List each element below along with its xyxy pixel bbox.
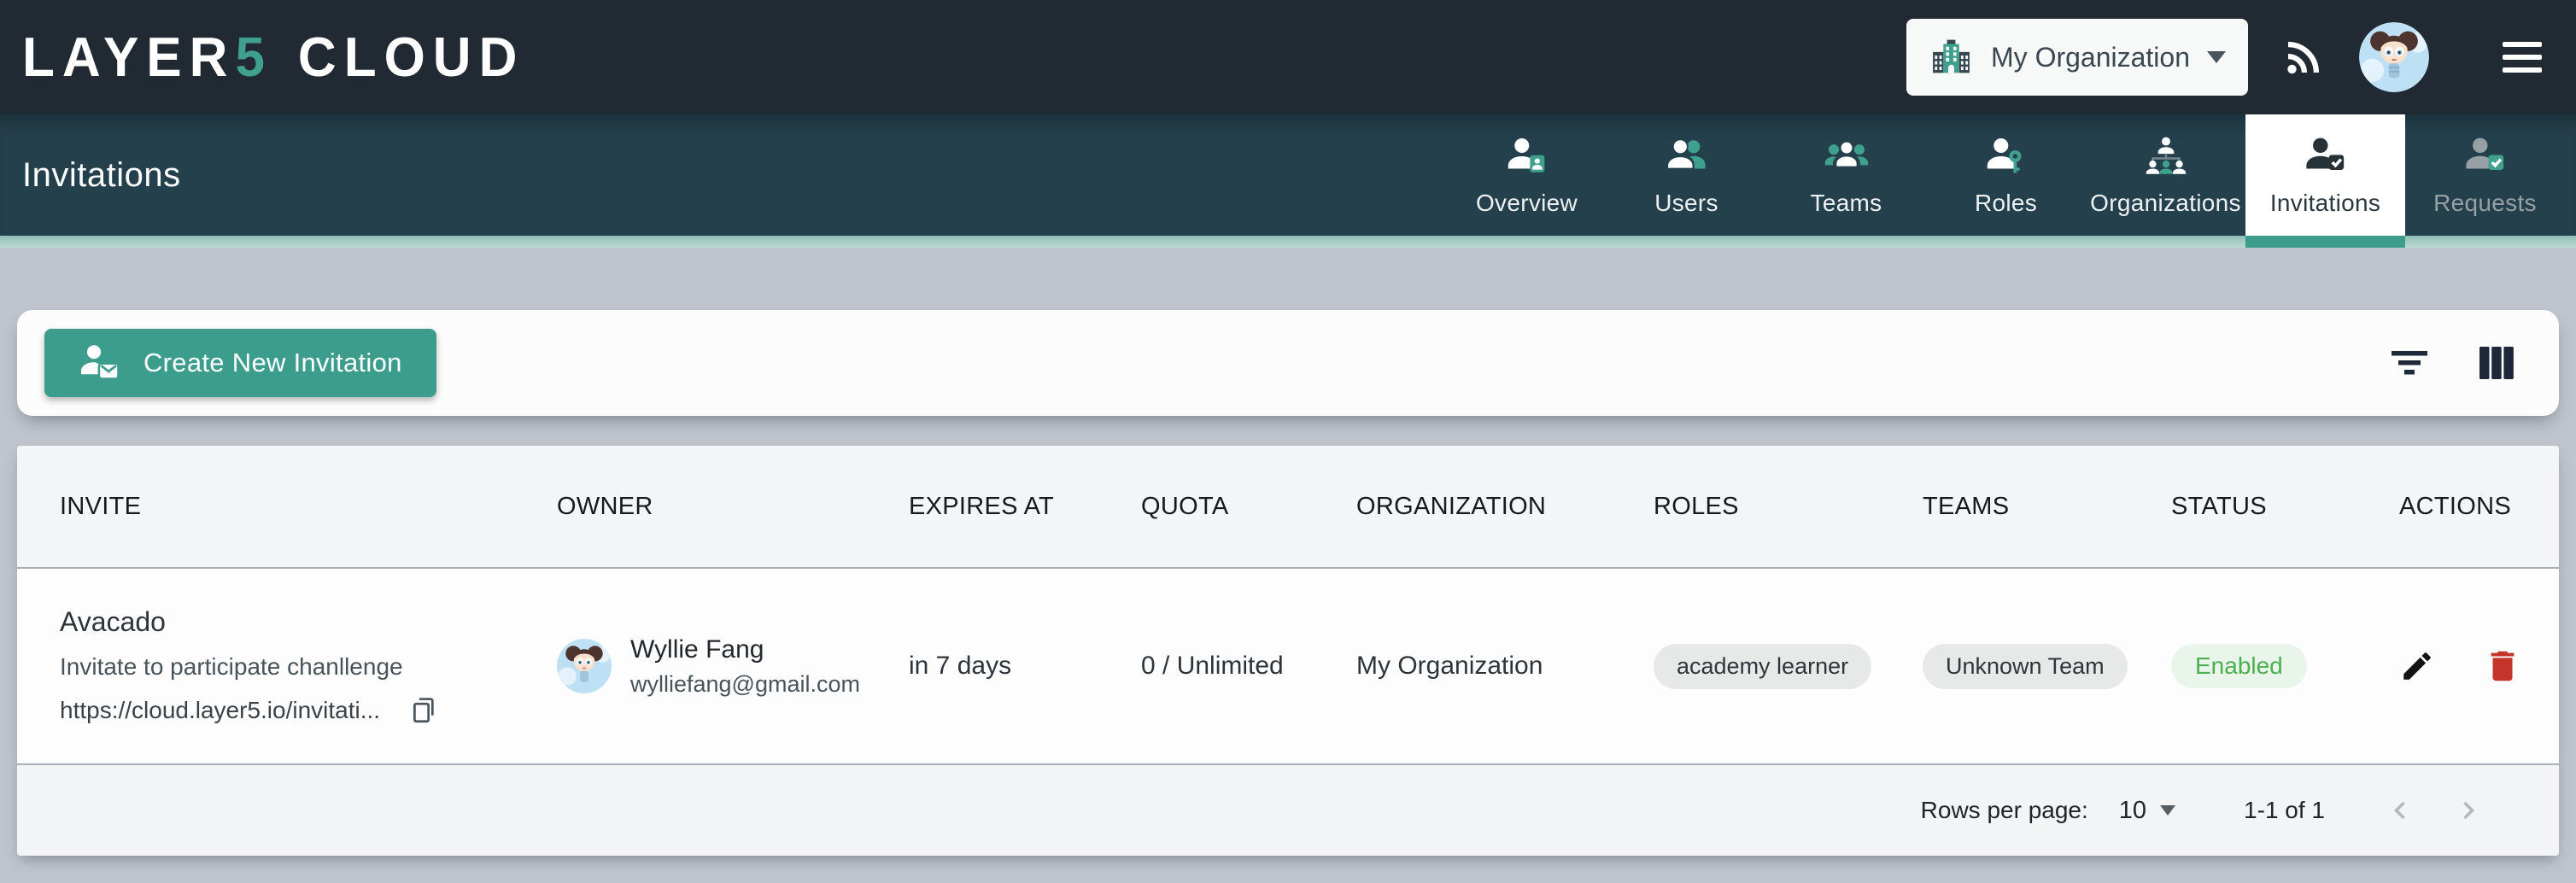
owner-email: wylliefang@gmail.com bbox=[630, 671, 860, 698]
filter-icon[interactable] bbox=[2390, 346, 2429, 380]
roles-cell: academy learner bbox=[1654, 644, 1923, 689]
chevron-left-icon[interactable] bbox=[2385, 795, 2415, 826]
rows-per-page-value: 10 bbox=[2119, 797, 2146, 825]
users-icon bbox=[1664, 133, 1710, 179]
copy-icon[interactable] bbox=[409, 694, 438, 727]
organization-cell: My Organization bbox=[1356, 652, 1654, 681]
org-hierarchy-icon bbox=[2143, 133, 2189, 179]
column-header-actions[interactable]: ACTIONS bbox=[2399, 493, 2525, 521]
tab-label: Roles bbox=[1975, 190, 2037, 217]
user-avatar[interactable] bbox=[2359, 22, 2429, 92]
column-header-invite[interactable]: INVITE bbox=[60, 493, 557, 521]
avatar-image-icon bbox=[2359, 22, 2429, 92]
invite-description: Invitate to participate chanllenge bbox=[60, 653, 557, 681]
teams-cell: Unknown Team bbox=[1923, 644, 2171, 689]
organization-selector[interactable]: My Organization bbox=[1906, 19, 2248, 96]
column-header-expires-at[interactable]: EXPIRES AT bbox=[909, 493, 1141, 521]
menu-icon[interactable] bbox=[2503, 42, 2542, 73]
role-chip: academy learner bbox=[1654, 644, 1871, 689]
invitations-table: INVITE OWNER EXPIRES AT QUOTA ORGANIZATI… bbox=[17, 446, 2559, 856]
logo-text: LAYER bbox=[22, 26, 235, 89]
edit-invitation-button[interactable] bbox=[2399, 648, 2435, 684]
create-new-invitation-button[interactable]: Create New Invitation bbox=[44, 329, 436, 397]
actions-cell bbox=[2399, 646, 2525, 686]
trash-icon bbox=[2483, 646, 2522, 686]
chevron-right-icon[interactable] bbox=[2453, 795, 2484, 826]
tab-requests[interactable]: Requests bbox=[2405, 114, 2565, 236]
tab-label: Organizations bbox=[2090, 190, 2241, 217]
status-cell: Enabled bbox=[2171, 644, 2399, 688]
invite-name: Avacado bbox=[60, 606, 557, 638]
building-icon bbox=[1929, 34, 1974, 80]
owner-cell: Wyllie Fang wylliefang@gmail.com bbox=[557, 635, 909, 698]
owner-name: Wyllie Fang bbox=[630, 635, 860, 664]
tab-overview[interactable]: Overview bbox=[1447, 114, 1607, 236]
feed-icon[interactable] bbox=[2280, 34, 2327, 80]
header-actions: My Organization bbox=[1906, 19, 2542, 96]
logo-accent-5: 5 bbox=[235, 26, 272, 89]
person-badge-icon bbox=[1504, 133, 1550, 179]
quota-cell: 0 / Unlimited bbox=[1141, 652, 1356, 681]
tab-label: Users bbox=[1654, 190, 1718, 217]
rows-per-page-select[interactable]: 10 bbox=[2119, 797, 2175, 825]
tab-label: Teams bbox=[1811, 190, 1882, 217]
app-header: LAYER5 CLOUD bbox=[0, 0, 2576, 114]
invite-person-mail-icon bbox=[79, 341, 123, 385]
organization-selector-value: My Organization bbox=[1991, 42, 2190, 73]
tab-invitations[interactable]: Invitations bbox=[2245, 114, 2405, 236]
table-row: Avacado Invitate to participate chanllen… bbox=[17, 569, 2559, 763]
owner-avatar bbox=[557, 639, 612, 693]
table-toolbar: Create New Invitation bbox=[17, 310, 2559, 416]
pagination-range: 1-1 of 1 bbox=[2244, 797, 2325, 824]
page-title: Invitations bbox=[22, 156, 181, 195]
tab-label: Overview bbox=[1476, 190, 1578, 217]
layer5-cloud-logo: LAYER5 CLOUD bbox=[22, 26, 524, 89]
tab-organizations[interactable]: Organizations bbox=[2086, 114, 2245, 236]
toolbar-icons bbox=[2390, 345, 2515, 381]
tab-teams[interactable]: Teams bbox=[1766, 114, 1926, 236]
status-badge: Enabled bbox=[2171, 644, 2307, 688]
nav-accent-strip bbox=[0, 236, 2576, 248]
columns-icon[interactable] bbox=[2479, 345, 2515, 381]
table-header-row: INVITE OWNER EXPIRES AT QUOTA ORGANIZATI… bbox=[17, 446, 2559, 569]
column-header-organization[interactable]: ORGANIZATION bbox=[1356, 493, 1654, 521]
invite-cell: Avacado Invitate to participate chanllen… bbox=[60, 606, 557, 727]
delete-invitation-button[interactable] bbox=[2483, 646, 2522, 686]
column-header-status[interactable]: STATUS bbox=[2171, 493, 2399, 521]
requests-person-check-icon bbox=[2462, 133, 2509, 179]
tab-users[interactable]: Users bbox=[1607, 114, 1766, 236]
invite-link: https://cloud.layer5.io/invitati... bbox=[60, 697, 380, 724]
tab-label: Requests bbox=[2433, 190, 2537, 217]
team-chip: Unknown Team bbox=[1923, 644, 2128, 689]
caret-down-icon bbox=[2207, 51, 2226, 63]
person-key-icon bbox=[1983, 133, 2029, 179]
table-pagination: Rows per page: 10 1-1 of 1 bbox=[17, 763, 2559, 856]
person-check-icon bbox=[2303, 133, 2349, 179]
caret-down-icon bbox=[2160, 805, 2175, 816]
expires-at-cell: in 7 days bbox=[909, 652, 1141, 681]
column-header-owner[interactable]: OWNER bbox=[557, 493, 909, 521]
column-header-teams[interactable]: TEAMS bbox=[1923, 493, 2171, 521]
nav-tabs: Overview Users bbox=[1447, 114, 2565, 236]
logo-cloud: CLOUD bbox=[298, 26, 524, 89]
column-header-quota[interactable]: QUOTA bbox=[1141, 493, 1356, 521]
tab-roles[interactable]: Roles bbox=[1926, 114, 2086, 236]
pencil-icon bbox=[2399, 648, 2435, 684]
secondary-nav: Invitations Overview bbox=[0, 114, 2576, 248]
create-button-label: Create New Invitation bbox=[143, 348, 402, 378]
column-header-roles[interactable]: ROLES bbox=[1654, 493, 1923, 521]
tab-label: Invitations bbox=[2270, 190, 2380, 217]
app-window: LAYER5 CLOUD bbox=[0, 0, 2576, 883]
rows-per-page-label: Rows per page: bbox=[1921, 797, 2088, 824]
owner-avatar-image-icon bbox=[557, 639, 612, 693]
teams-icon bbox=[1824, 133, 1870, 179]
